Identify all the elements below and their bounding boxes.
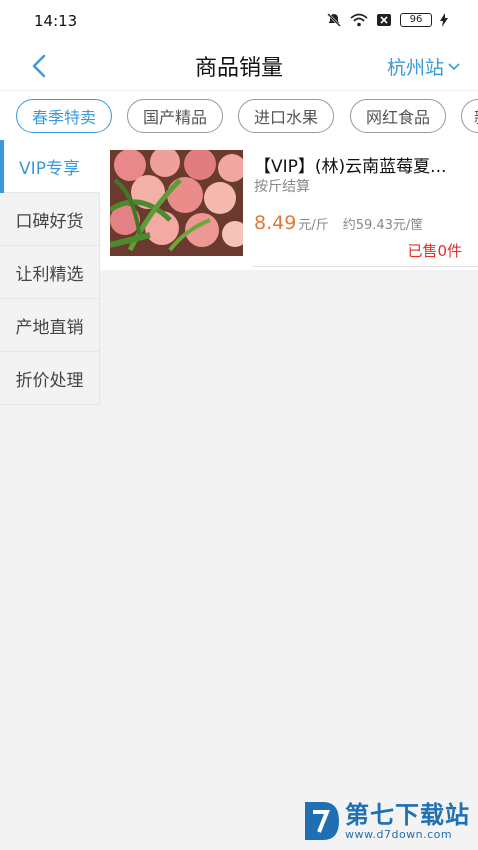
category-tab-imported[interactable]: 进口水果 [238,99,334,133]
product-price-unit: 元/斤 [298,218,329,233]
product-approx-price: 约59.43元/筐 [342,218,424,233]
category-tabs: 春季特卖 国产精品 进口水果 网红食品 新 [0,90,478,140]
category-tab-trending[interactable]: 网红食品 [350,99,446,133]
product-list: 【VIP】(林)云南蓝莓夏... 按斤结算 8.49 元/斤 约59.43元/筐… [100,140,478,270]
status-bar: 14:13 96 [0,0,478,42]
status-time: 14:13 [34,12,78,30]
battery-indicator: 96 [400,13,432,27]
watermark-url: www.d7down.com [345,827,453,841]
category-tab-domestic[interactable]: 国产精品 [127,99,223,133]
app-header: 商品销量 杭州站 [0,42,478,90]
product-sold-count: 已售0件 [407,242,462,260]
watermark-name: 第七下载站 [345,800,470,829]
product-unit-note: 按斤结算 [254,179,310,195]
price-row: 8.49 元/斤 约59.43元/筐 [254,212,423,234]
mute-bell-icon [327,13,341,27]
product-price: 8.49 [254,212,297,234]
station-label: 杭州站 [386,57,444,79]
product-divider [252,266,478,267]
sim-blocked-icon [377,14,391,26]
sidebar-item-reputation[interactable]: 口碑好货 [0,193,100,246]
station-selector[interactable]: 杭州站 [387,53,460,80]
chevron-down-icon [448,62,460,70]
sidebar-item-direct-from-origin[interactable]: 产地直销 [0,299,100,352]
sidebar-item-clearance[interactable]: 折价处理 [0,352,100,405]
wifi-icon [350,13,368,27]
d7-logo-icon [305,802,339,840]
sidebar-item-vip[interactable]: VIP专享 [0,140,100,193]
product-image [110,150,243,256]
sidebar-item-discount-picks[interactable]: 让利精选 [0,246,100,299]
category-tab-new[interactable]: 新 [461,99,478,133]
sidebar: VIP专享 口碑好货 让利精选 产地直销 折价处理 [0,140,100,405]
category-tab-spring-sale[interactable]: 春季特卖 [16,99,112,133]
status-icons: 96 [326,12,448,28]
product-card[interactable]: 【VIP】(林)云南蓝莓夏... 按斤结算 8.49 元/斤 约59.43元/筐… [110,150,478,268]
watermark: 第七下载站 www.d7down.com [301,800,470,842]
charging-bolt-icon [440,13,448,27]
product-name: 【VIP】(林)云南蓝莓夏... [254,157,447,177]
